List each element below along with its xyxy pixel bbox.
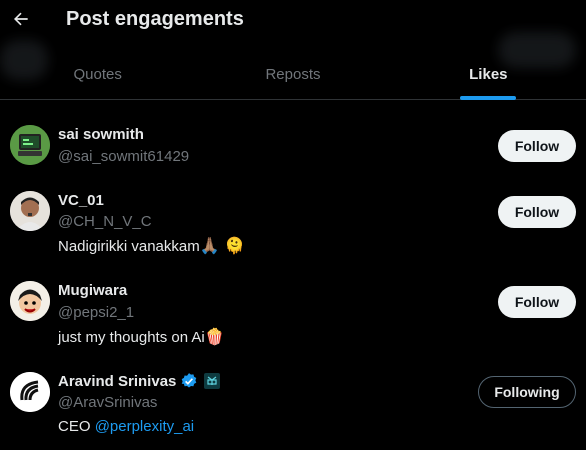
active-tab-indicator xyxy=(460,96,517,100)
display-name-text: Aravind Srinivas xyxy=(58,372,177,390)
anime-avatar-icon xyxy=(10,281,50,321)
user-bio: just my thoughts on Ai🍿 xyxy=(58,327,225,346)
page-title: Post engagements xyxy=(66,8,244,30)
user-cell[interactable]: Mugiwara @pepsi2_1 just my thoughts on A… xyxy=(0,270,586,360)
computer-avatar-icon xyxy=(10,125,50,165)
bio-text: CEO xyxy=(58,418,95,435)
avatar[interactable] xyxy=(10,191,50,231)
user-handle: @sai_sowmit61429 xyxy=(58,148,190,165)
bio-text: just my thoughts on Ai xyxy=(58,329,205,346)
display-name[interactable]: Aravind Srinivas xyxy=(58,372,221,390)
following-button[interactable]: Following xyxy=(478,376,576,408)
bio-text: Nadigirikki vanakkam xyxy=(58,238,200,255)
tab-reposts[interactable]: Reposts xyxy=(195,48,390,100)
display-name-text: Mugiwara xyxy=(58,282,128,299)
display-name-text: sai sowmith xyxy=(58,126,144,143)
verified-badge-icon xyxy=(182,373,197,388)
user-handle: @pepsi2_1 xyxy=(58,304,135,321)
tab-likes[interactable]: Likes xyxy=(391,48,586,100)
display-name[interactable]: sai sowmith xyxy=(58,126,144,143)
user-bio: CEO @perplexity_ai xyxy=(58,418,194,435)
swirl-logo-icon xyxy=(10,372,50,412)
avatar[interactable] xyxy=(10,372,50,412)
back-button[interactable] xyxy=(8,6,34,32)
avatar[interactable] xyxy=(10,125,50,165)
user-cell[interactable]: sai sowmith @sai_sowmit61429 Follow xyxy=(0,110,586,180)
tab-label: Likes xyxy=(469,65,508,83)
user-bio: Nadigirikki vanakkam🙏🏽 🫠 xyxy=(58,236,245,255)
popcorn-emoji: 🍿 xyxy=(204,327,225,346)
bio-emoji: 🙏🏽 🫠 xyxy=(199,236,245,255)
user-handle: @AravSrinivas xyxy=(58,394,158,411)
tab-quotes[interactable]: Quotes xyxy=(0,48,195,100)
user-cell[interactable]: Aravind Srinivas @AravSrinivas CEO @perp… xyxy=(0,360,586,450)
tab-label: Reposts xyxy=(265,65,321,83)
user-handle: @CH_N_V_C xyxy=(58,213,152,230)
follow-button[interactable]: Follow xyxy=(498,196,576,228)
person-avatar-icon xyxy=(10,191,50,231)
follow-button[interactable]: Follow xyxy=(498,286,576,318)
tab-bar: Quotes Reposts Likes xyxy=(0,48,586,100)
follow-button[interactable]: Follow xyxy=(498,130,576,162)
tab-label: Quotes xyxy=(73,65,122,83)
back-arrow-icon xyxy=(14,12,28,26)
top-bar: Post engagements Quotes Reposts Likes xyxy=(0,0,586,100)
mention-link[interactable]: @perplexity_ai xyxy=(95,418,194,435)
avatar[interactable] xyxy=(10,281,50,321)
display-name[interactable]: Mugiwara xyxy=(58,282,127,299)
display-name[interactable]: VC_01 xyxy=(58,192,104,209)
perplexity-badge-icon[interactable] xyxy=(204,373,221,389)
user-cell[interactable]: VC_01 @CH_N_V_C Nadigirikki vanakkam🙏🏽 🫠… xyxy=(0,180,586,270)
display-name-text: VC_01 xyxy=(58,192,104,209)
